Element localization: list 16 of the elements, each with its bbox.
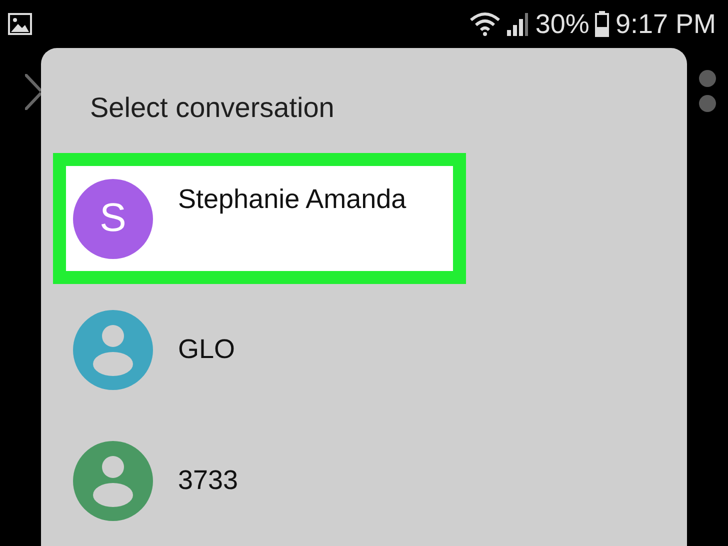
more-options-icon[interactable] [699,70,716,112]
clock-time: 9:17 PM [615,10,716,38]
battery-percent: 30% [535,10,590,38]
avatar: S [73,178,153,258]
signal-icon [507,12,530,36]
contact-name: GLO [178,334,236,365]
battery-icon [595,11,610,37]
contact-name: 3733 [178,465,238,496]
conversation-item[interactable]: 3733 [53,415,466,546]
contact-name: Stephanie Amanda [178,184,406,215]
gallery-icon [8,13,32,35]
conversation-item[interactable]: S Stephanie Amanda [53,153,466,284]
wifi-icon [469,12,502,36]
chevron-icon [25,74,41,110]
conversation-item[interactable]: GLO [53,284,466,415]
dialog-title: Select conversation [89,91,336,125]
